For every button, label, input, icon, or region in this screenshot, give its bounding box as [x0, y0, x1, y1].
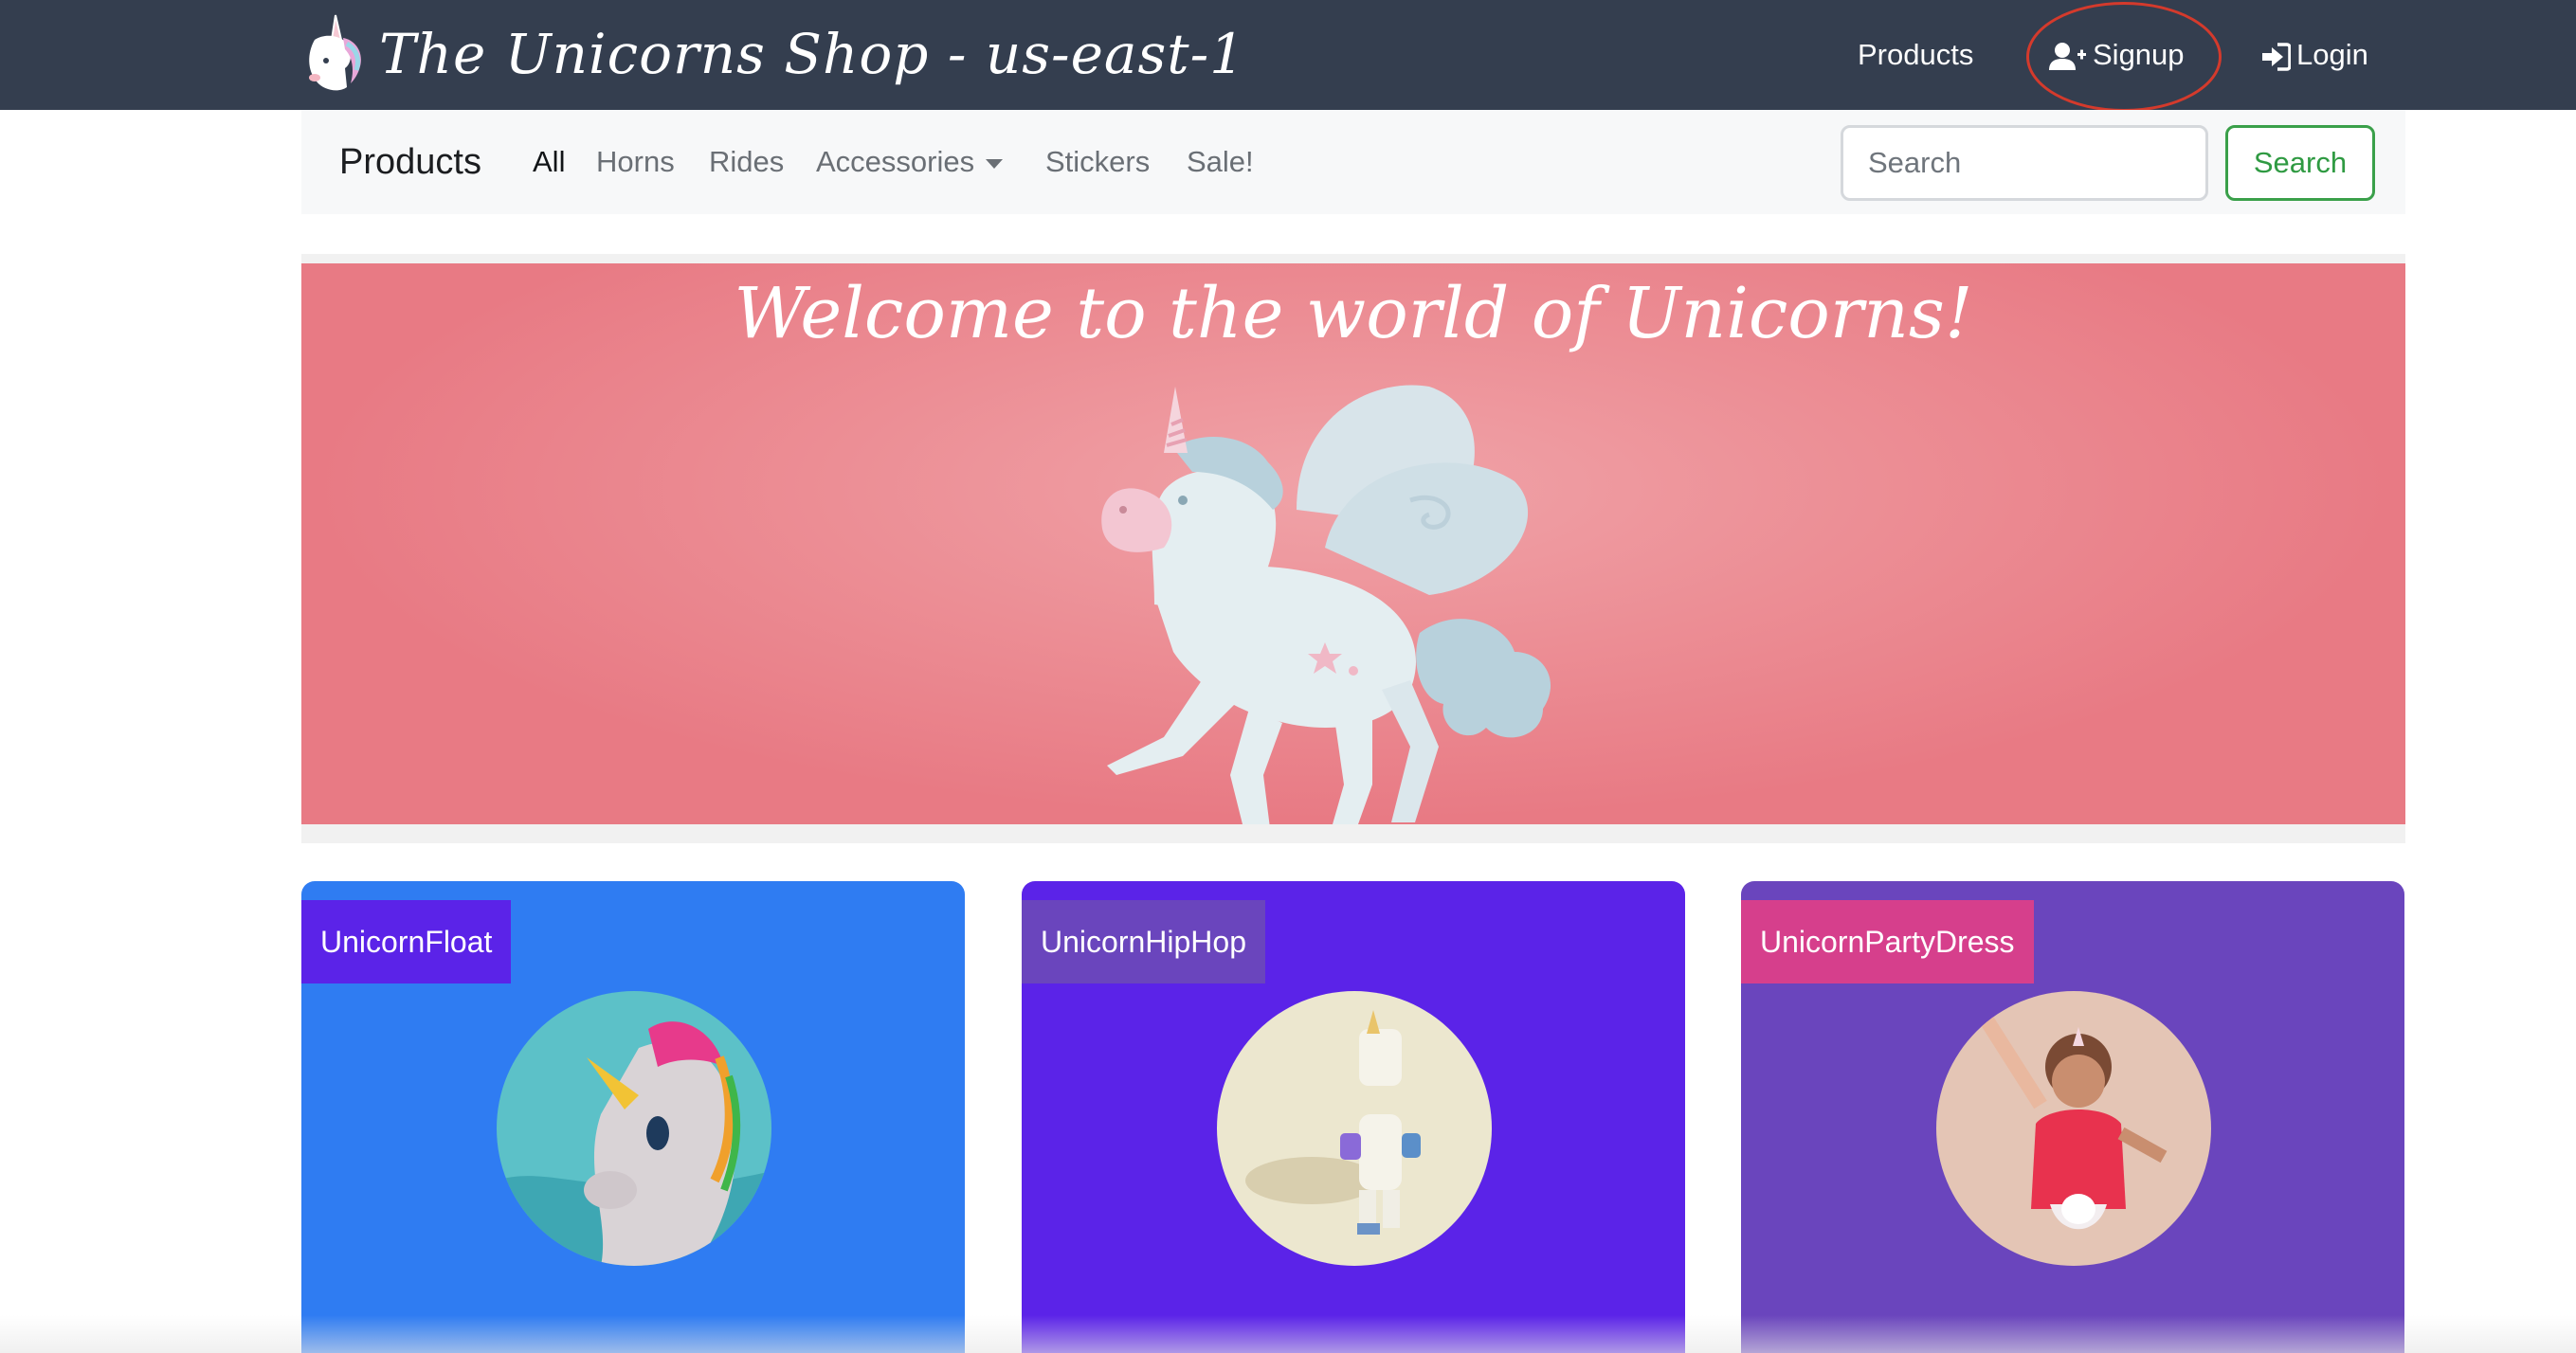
nav-login-label: Login: [2296, 38, 2368, 71]
nav-products-label: Products: [1858, 38, 1974, 71]
caret-down-icon: [986, 158, 1004, 169]
category-sale[interactable]: Sale!: [1187, 138, 1254, 186]
nav-login-link[interactable]: Login: [2260, 27, 2368, 83]
sign-in-icon: [2262, 43, 2291, 71]
hero-title: Welcome to the world of Unicorns!: [734, 273, 1973, 354]
category-rides[interactable]: Rides: [709, 138, 784, 186]
nav-products-link[interactable]: Products: [1858, 27, 1973, 83]
category-navbar-title[interactable]: Products: [339, 134, 481, 190]
product-card-unicornpartydress[interactable]: UnicornPartyDress: [1741, 881, 2404, 1353]
category-horns[interactable]: Horns: [596, 138, 675, 186]
top-navbar: The Unicorns Shop - us-east-1 Products S…: [0, 0, 2576, 112]
user-plus-icon: [2049, 42, 2086, 70]
unicorn-head-icon[interactable]: [298, 11, 372, 93]
product-image-unicornfloat: [497, 991, 771, 1266]
hero-banner: Welcome to the world of Unicorns!: [301, 263, 2405, 824]
brand-title[interactable]: The Unicorns Shop - us-east-1: [379, 11, 1245, 97]
category-navbar: Products All Horns Rides Accessories Sti…: [301, 110, 2405, 214]
nav-signup-label: Signup: [2093, 38, 2185, 71]
product-card-unicornhiphop[interactable]: UnicornHipHop: [1022, 881, 1685, 1353]
product-name-label: UnicornPartyDress: [1741, 900, 2034, 983]
category-accessories-label: Accessories: [816, 145, 975, 178]
product-image-unicornpartydress: [1936, 991, 2211, 1266]
product-image-unicornhiphop: [1217, 991, 1492, 1266]
search-button[interactable]: Search: [2225, 125, 2375, 201]
search-input[interactable]: [1841, 125, 2208, 201]
product-name-label: UnicornFloat: [301, 900, 512, 983]
category-accessories-dropdown[interactable]: Accessories: [816, 138, 1004, 186]
winged-unicorn-illustration: [1101, 385, 1551, 824]
category-all[interactable]: All: [533, 138, 565, 186]
product-card-unicornfloat[interactable]: UnicornFloat: [301, 881, 965, 1353]
product-name-label: UnicornHipHop: [1022, 900, 1265, 983]
nav-signup-link[interactable]: Signup: [2049, 27, 2185, 83]
category-stickers[interactable]: Stickers: [1045, 138, 1150, 186]
